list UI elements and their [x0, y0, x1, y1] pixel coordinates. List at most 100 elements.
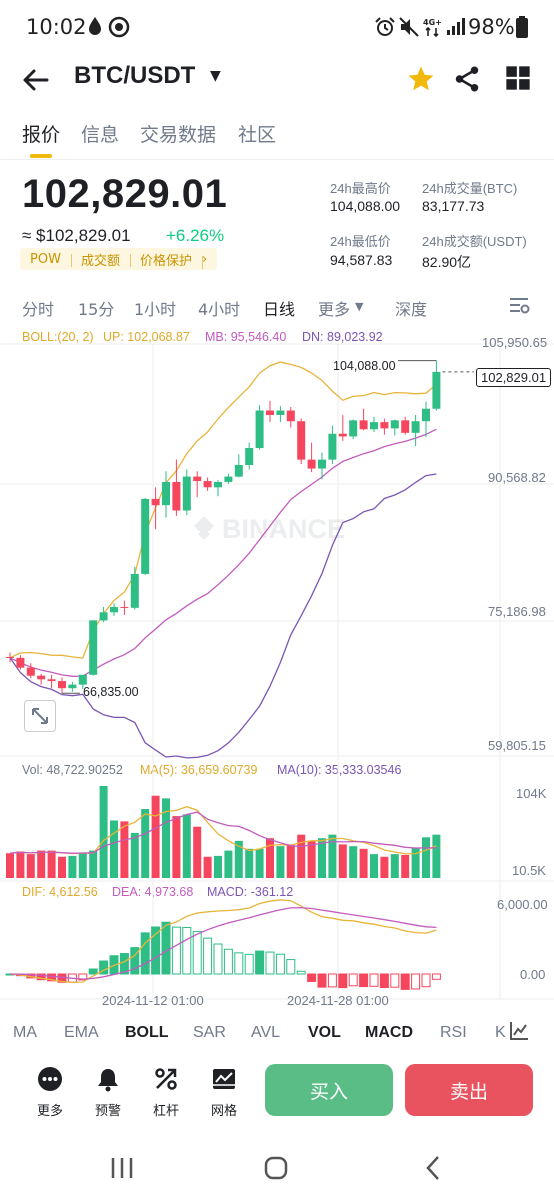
chevron-right-icon[interactable]: › — [201, 252, 217, 269]
candle-body — [193, 476, 202, 482]
candle — [234, 454, 243, 478]
interval-timeline[interactable]: 分时 — [22, 296, 54, 320]
date-label: 2024-11-28 01:00 — [287, 993, 389, 1008]
macd-hist-bar — [244, 953, 254, 975]
macd-hist-bar — [431, 973, 441, 980]
back-arrow-icon[interactable] — [20, 64, 52, 96]
alert-button[interactable]: 预警 — [88, 1066, 128, 1119]
ind-tab-sar[interactable]: SAR — [193, 1024, 226, 1042]
ind-tab-macd[interactable]: MACD — [365, 1024, 413, 1042]
price-axis-tick: 90,568.82 — [488, 470, 546, 485]
volume-bar — [338, 844, 347, 878]
candle-body — [162, 481, 170, 506]
share-icon[interactable] — [452, 64, 482, 94]
tag-price-protection[interactable]: 价格保护 — [129, 250, 202, 269]
tab-info[interactable]: 信息 — [81, 120, 119, 147]
action-bar: 更多 预警 杠杆 网格 买入 卖出 — [0, 1060, 554, 1124]
expand-icon — [32, 708, 48, 724]
more-button[interactable]: 更多 — [30, 1066, 70, 1119]
leverage-button[interactable]: 杠杆 — [146, 1066, 186, 1119]
candlestick-chart[interactable]: BINANCE — [0, 326, 554, 1016]
star-icon[interactable] — [406, 64, 436, 94]
candle-body — [58, 681, 66, 689]
tag-turnover[interactable]: 成交额 — [70, 250, 130, 269]
candle — [349, 419, 358, 440]
ind-tab-rsi[interactable]: RSI — [440, 1024, 467, 1042]
volume-bar — [151, 795, 160, 878]
interval-15m[interactable]: 15分 — [78, 296, 114, 320]
volume-bar — [58, 856, 66, 878]
interval-1d[interactable]: 日线 — [263, 296, 295, 320]
candle-body — [276, 410, 285, 415]
candle — [380, 418, 389, 435]
macd-hist-bar — [338, 973, 348, 989]
interval-more[interactable]: 更多 — [318, 296, 350, 320]
interval-4h[interactable]: 4小时 — [198, 296, 240, 320]
grid-menu-icon[interactable] — [504, 64, 534, 94]
volume-bar — [349, 846, 358, 878]
sell-button[interactable]: 卖出 — [405, 1064, 533, 1116]
home-icon[interactable] — [262, 1154, 290, 1186]
candle — [266, 400, 274, 423]
macd-hist-bar — [411, 973, 421, 990]
ind-tab-avl[interactable]: AVL — [251, 1024, 280, 1042]
volume-bar — [47, 850, 56, 878]
tab-quote[interactable]: 报价 — [22, 120, 60, 147]
candle-body — [68, 684, 77, 689]
candle-body — [182, 476, 191, 511]
macd-hist-bar — [307, 973, 317, 982]
macd-hist-bar — [296, 970, 306, 975]
grid-button[interactable]: 网格 — [204, 1066, 244, 1119]
grid-label: 网格 — [210, 1104, 237, 1119]
ind-tab-ma[interactable]: MA — [13, 1024, 37, 1042]
tab-community[interactable]: 社区 — [238, 120, 276, 147]
tag-strip[interactable]: POW 成交额 价格保护 › — [20, 248, 218, 270]
ind-tab-ema[interactable]: EMA — [64, 1024, 99, 1042]
candle — [203, 477, 212, 491]
interval-1h[interactable]: 1小时 — [134, 296, 176, 320]
buy-button[interactable]: 买入 — [265, 1064, 393, 1116]
alarm-icon — [374, 16, 396, 43]
ind-tab-k[interactable]: K — [495, 1024, 506, 1042]
chart-settings-icon[interactable] — [508, 294, 530, 320]
volume-bar — [141, 809, 150, 878]
candle-body — [422, 408, 430, 422]
indicator-settings-icon[interactable] — [508, 1020, 530, 1046]
candle-body — [338, 433, 347, 437]
chevron-down-icon[interactable]: ▼ — [210, 68, 221, 84]
candle-body — [151, 498, 160, 506]
high-marker-label: 104,088.00 — [333, 359, 396, 373]
volume-axis-tick: 10.5K — [512, 863, 546, 878]
volume-bar — [89, 850, 98, 878]
volume-bar — [422, 837, 430, 878]
candle — [89, 620, 98, 676]
volume-bar — [99, 786, 108, 878]
interval-depth[interactable]: 深度 — [395, 296, 427, 320]
status-bar: 10:02 4G+ 98% — [0, 0, 554, 56]
back-nav-icon[interactable] — [420, 1154, 448, 1186]
pair-title[interactable]: BTC/USDT — [74, 62, 195, 90]
fiat-price: ≈ $102,829.01 — [22, 226, 131, 245]
expand-chart-button[interactable] — [24, 700, 56, 732]
candle-body — [328, 433, 337, 460]
tab-trading-data[interactable]: 交易数据 — [140, 120, 216, 147]
volume-bar — [286, 844, 295, 878]
recents-icon[interactable] — [108, 1154, 136, 1186]
candle — [338, 414, 347, 441]
ind-tab-boll[interactable]: BOLL — [125, 1024, 169, 1042]
macd-hist-bar — [348, 973, 358, 987]
candle-body — [47, 679, 56, 682]
candle — [245, 442, 254, 470]
macd-hist-bar — [171, 926, 181, 975]
candle — [401, 416, 410, 435]
ind-tab-vol[interactable]: VOL — [308, 1024, 341, 1042]
candle-body — [286, 410, 295, 422]
battery-percent: 98% — [468, 15, 515, 39]
signal-icon — [446, 16, 466, 41]
battery-icon — [516, 16, 528, 43]
candle-body — [172, 481, 181, 511]
status-time: 10:02 — [26, 15, 87, 39]
candle-body — [370, 422, 378, 430]
tag-pow[interactable]: POW — [20, 252, 71, 267]
caret-down-icon[interactable]: ▼ — [355, 300, 363, 313]
